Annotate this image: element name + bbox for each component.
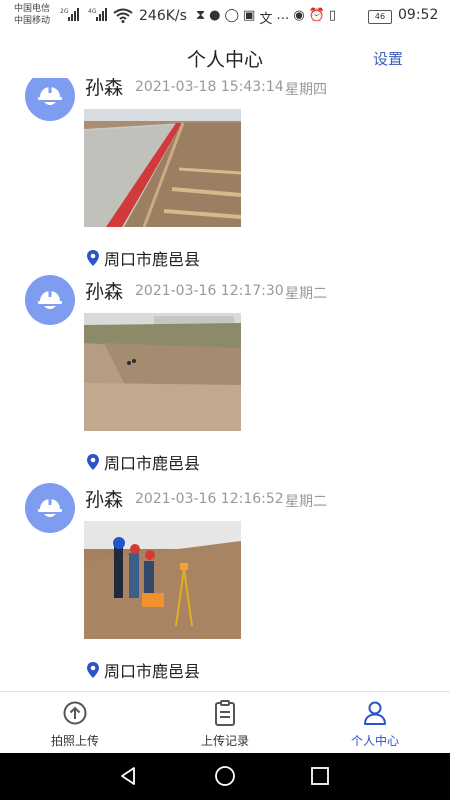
eye-icon: ◉: [293, 8, 305, 23]
hardhat-icon: [38, 86, 62, 105]
location-text: 周口市鹿邑县: [104, 250, 201, 269]
upload-feed[interactable]: 孙森 2021-03-18 15:43:14 星期四 周口市鹿邑县 孙森 202…: [0, 78, 450, 691]
timestamp: 2021-03-16 12:16:52: [135, 491, 284, 507]
carrier-names: 中国电信 中国移动: [14, 3, 50, 27]
location-text: 周口市鹿邑县: [104, 662, 201, 681]
chat-bubble-icon: ●: [209, 8, 221, 23]
avatar: [25, 483, 75, 533]
bottom-tab-bar: 拍照上传 上传记录 个人中心: [0, 691, 450, 754]
location: 周口市鹿邑县: [87, 246, 200, 270]
carrier-1: 中国电信: [14, 4, 51, 14]
weekday: 星期四: [285, 82, 327, 98]
location-pin-icon: [87, 250, 99, 266]
user-name: 孙森: [85, 78, 124, 99]
app-badge-icon: ▣: [243, 8, 256, 23]
hardhat-icon: [38, 290, 62, 309]
tab-personal-center[interactable]: 个人中心: [300, 692, 450, 754]
weekday: 星期二: [285, 494, 327, 510]
system-nav-bar: [0, 753, 450, 800]
timestamp: 2021-03-16 12:17:30: [135, 283, 284, 299]
title-bar: 个人中心 设置: [0, 34, 450, 78]
location: 周口市鹿邑县: [87, 658, 200, 682]
recents-icon[interactable]: [308, 764, 332, 788]
settings-button[interactable]: 设置: [373, 48, 403, 69]
signal-1-icon: [68, 8, 79, 21]
site-photo[interactable]: [84, 521, 241, 639]
carrier-2: 中国移动: [14, 16, 51, 26]
hardhat-icon: [38, 498, 62, 517]
clock: 09:52: [398, 7, 439, 23]
weekday: 星期二: [285, 286, 327, 302]
app-icon: ◯: [224, 8, 240, 23]
location-text: 周口市鹿邑县: [104, 454, 201, 473]
tab-label: 拍照上传: [50, 734, 99, 748]
vibrate-icon: ▯: [328, 8, 337, 23]
location-pin-icon: [87, 454, 99, 470]
feed-entry[interactable]: 孙森 2021-03-16 12:17:30 星期二 周口市鹿邑县: [0, 275, 450, 483]
feed-entry[interactable]: 孙森 2021-03-18 15:43:14 星期四 周口市鹿邑县: [0, 78, 450, 279]
translate-icon: 文: [259, 12, 273, 27]
status-bar: 中国电信 中国移动 2G 4G 246K/s ⧗ ● ◯ ▣ 文 … ◉ ⏰ ▯…: [0, 0, 450, 34]
tab-upload-records[interactable]: 上传记录: [150, 692, 300, 754]
network-speed: 246K/s: [139, 8, 187, 24]
user-name: 孙森: [85, 489, 124, 511]
signal-2-icon: [96, 8, 107, 21]
avatar: [25, 78, 75, 121]
timestamp: 2021-03-18 15:43:14: [135, 79, 284, 95]
hourglass-icon: ⧗: [196, 8, 206, 23]
home-icon[interactable]: [213, 764, 237, 788]
back-icon[interactable]: [116, 764, 140, 788]
user-name: 孙森: [85, 281, 124, 303]
location: 周口市鹿邑县: [87, 450, 200, 474]
tab-photo-upload[interactable]: 拍照上传: [0, 692, 150, 754]
upload-icon: [63, 701, 87, 725]
clipboard-icon: [215, 700, 235, 726]
site-photo[interactable]: [84, 109, 241, 227]
more-icon: …: [276, 8, 290, 23]
notification-icons: ⧗ ● ◯ ▣ 文 … ◉ ⏰ ▯: [196, 8, 336, 27]
alarm-icon: ⏰: [308, 8, 325, 23]
avatar: [25, 275, 75, 325]
tab-label: 个人中心: [350, 734, 399, 748]
tab-label: 上传记录: [200, 734, 249, 748]
user-icon: [364, 701, 386, 725]
location-pin-icon: [87, 662, 99, 678]
wifi-icon: [113, 8, 133, 23]
feed-entry[interactable]: 孙森 2021-03-16 12:16:52 星期二 周口市鹿邑县: [0, 483, 450, 691]
site-photo[interactable]: [84, 313, 241, 431]
battery-icon: 46: [368, 10, 392, 24]
